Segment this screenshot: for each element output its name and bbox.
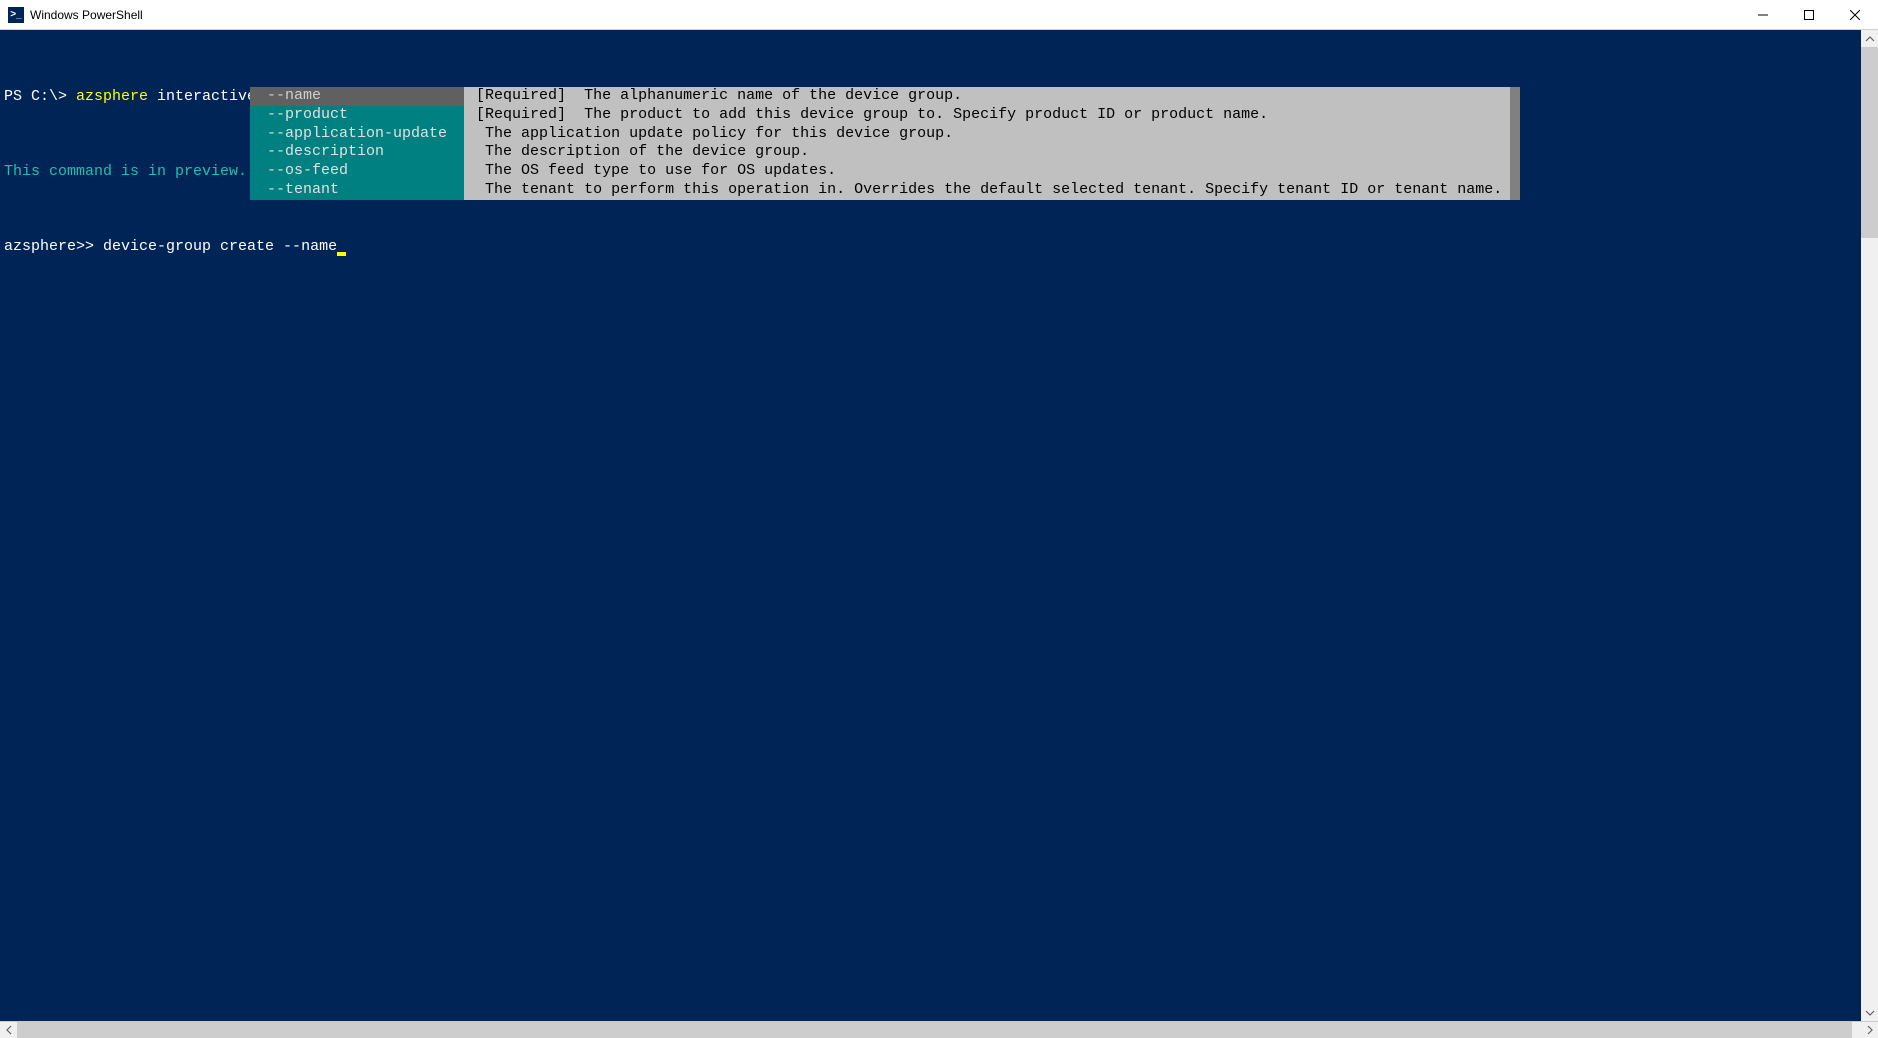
scroll-thumb[interactable] <box>1861 47 1878 238</box>
autocomplete-popup[interactable]: --name --product --application-update --… <box>250 87 1520 200</box>
command-exec: azsphere <box>76 88 148 105</box>
interactive-input[interactable]: device-group create --name <box>103 238 337 255</box>
interactive-prompt: azsphere>> <box>4 238 103 255</box>
window-title: Windows PowerShell <box>30 8 143 22</box>
vertical-scrollbar[interactable] <box>1861 30 1878 1021</box>
interactive-prompt-line: azsphere>> device-group create --name <box>4 238 1874 257</box>
scroll-up-arrow[interactable] <box>1861 30 1878 47</box>
ps-prompt: PS C:\> <box>4 88 76 105</box>
popup-option-desc: The tenant to perform this operation in.… <box>464 181 1510 200</box>
terminal[interactable]: PS C:\> azsphere interactive This comman… <box>0 30 1878 1021</box>
minimize-button[interactable] <box>1740 0 1786 30</box>
popup-option[interactable]: --os-feed <box>250 162 464 181</box>
popup-option[interactable]: --product <box>250 106 464 125</box>
popup-option[interactable]: --application-update <box>250 125 464 144</box>
popup-option-desc: [Required] The product to add this devic… <box>464 106 1510 125</box>
popup-descriptions: [Required] The alphanumeric name of the … <box>464 87 1510 200</box>
popup-option-desc: The description of the device group. <box>464 143 1510 162</box>
scroll-track[interactable] <box>1861 47 1878 1004</box>
titlebar[interactable]: >_ Windows PowerShell <box>0 0 1878 30</box>
powershell-icon: >_ <box>8 7 24 23</box>
scroll-down-arrow[interactable] <box>1861 1004 1878 1021</box>
close-button[interactable] <box>1832 0 1878 30</box>
popup-option[interactable]: --tenant <box>250 181 464 200</box>
popup-option-desc: The OS feed type to use for OS updates. <box>464 162 1510 181</box>
scroll-thumb[interactable] <box>17 1022 1852 1038</box>
scroll-track[interactable] <box>17 1022 1861 1038</box>
popup-options[interactable]: --name --product --application-update --… <box>250 87 464 200</box>
popup-scrollbar[interactable] <box>1510 87 1520 200</box>
popup-option[interactable]: --description <box>250 143 464 162</box>
popup-option[interactable]: --name <box>250 87 464 106</box>
horizontal-scrollbar[interactable] <box>0 1021 1878 1038</box>
cursor <box>337 252 346 256</box>
popup-option-desc: [Required] The alphanumeric name of the … <box>464 87 1510 106</box>
scroll-right-arrow[interactable] <box>1861 1022 1878 1038</box>
maximize-button[interactable] <box>1786 0 1832 30</box>
command-args: interactive <box>157 88 256 105</box>
popup-option-desc: The application update policy for this d… <box>464 125 1510 144</box>
scroll-left-arrow[interactable] <box>0 1022 17 1038</box>
